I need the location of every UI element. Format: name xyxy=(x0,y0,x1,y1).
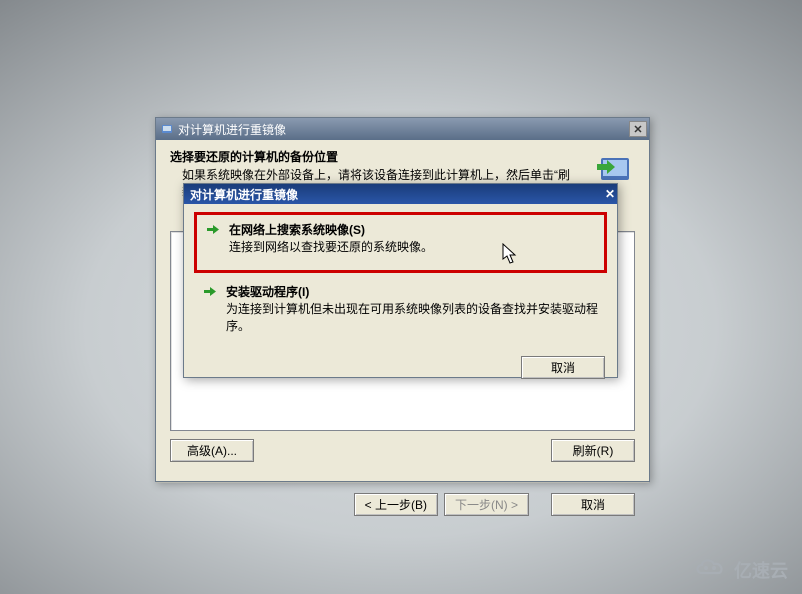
arrow-right-icon xyxy=(202,283,220,335)
option1-desc: 连接到网络以查找要还原的系统映像。 xyxy=(229,239,596,256)
dialog-cancel-button[interactable]: 取消 xyxy=(521,356,605,379)
watermark-text: 亿速云 xyxy=(734,557,788,583)
cloud-icon xyxy=(692,555,728,584)
dialog-title: 对计算机进行重镜像 xyxy=(190,186,605,203)
advanced-dialog: 对计算机进行重镜像 ✕ 在网络上搜索系统映像(S) 连接到网络以查找要还原的系统… xyxy=(183,183,618,378)
wizard-cancel-button[interactable]: 取消 xyxy=(551,493,635,516)
app-icon xyxy=(160,122,174,136)
arrow-right-icon xyxy=(205,221,223,256)
wizard-titlebar[interactable]: 对计算机进行重镜像 ✕ xyxy=(156,118,649,140)
wizard-title: 对计算机进行重镜像 xyxy=(178,121,629,138)
refresh-button[interactable]: 刷新(R) xyxy=(551,439,635,462)
dialog-titlebar[interactable]: 对计算机进行重镜像 ✕ xyxy=(184,184,617,204)
dialog-body: 在网络上搜索系统映像(S) 连接到网络以查找要还原的系统映像。 安装驱动程序(I… xyxy=(184,204,617,348)
dialog-close-button[interactable]: ✕ xyxy=(605,187,615,201)
option2-desc: 为连接到计算机但未出现在可用系统映像列表的设备查找并安装驱动程序。 xyxy=(226,301,599,335)
dialog-footer: 取消 xyxy=(184,348,617,385)
back-button[interactable]: < 上一步(B) xyxy=(354,493,438,516)
wizard-header-title: 选择要还原的计算机的备份位置 xyxy=(170,148,587,165)
watermark: 亿速云 xyxy=(692,555,788,584)
next-button: 下一步(N) > xyxy=(444,493,529,516)
option2-title: 安装驱动程序(I) xyxy=(226,283,599,300)
wizard-close-button[interactable]: ✕ xyxy=(629,121,647,137)
wizard-footer: < 上一步(B) 下一步(N) > 取消 xyxy=(156,482,649,526)
advanced-button[interactable]: 高级(A)... xyxy=(170,439,254,462)
option-search-network[interactable]: 在网络上搜索系统映像(S) 连接到网络以查找要还原的系统映像。 xyxy=(194,212,607,273)
restore-banner-icon xyxy=(593,148,635,188)
option1-title: 在网络上搜索系统映像(S) xyxy=(229,221,596,238)
option-install-driver[interactable]: 安装驱动程序(I) 为连接到计算机但未出现在可用系统映像列表的设备查找并安装驱动… xyxy=(194,277,607,341)
